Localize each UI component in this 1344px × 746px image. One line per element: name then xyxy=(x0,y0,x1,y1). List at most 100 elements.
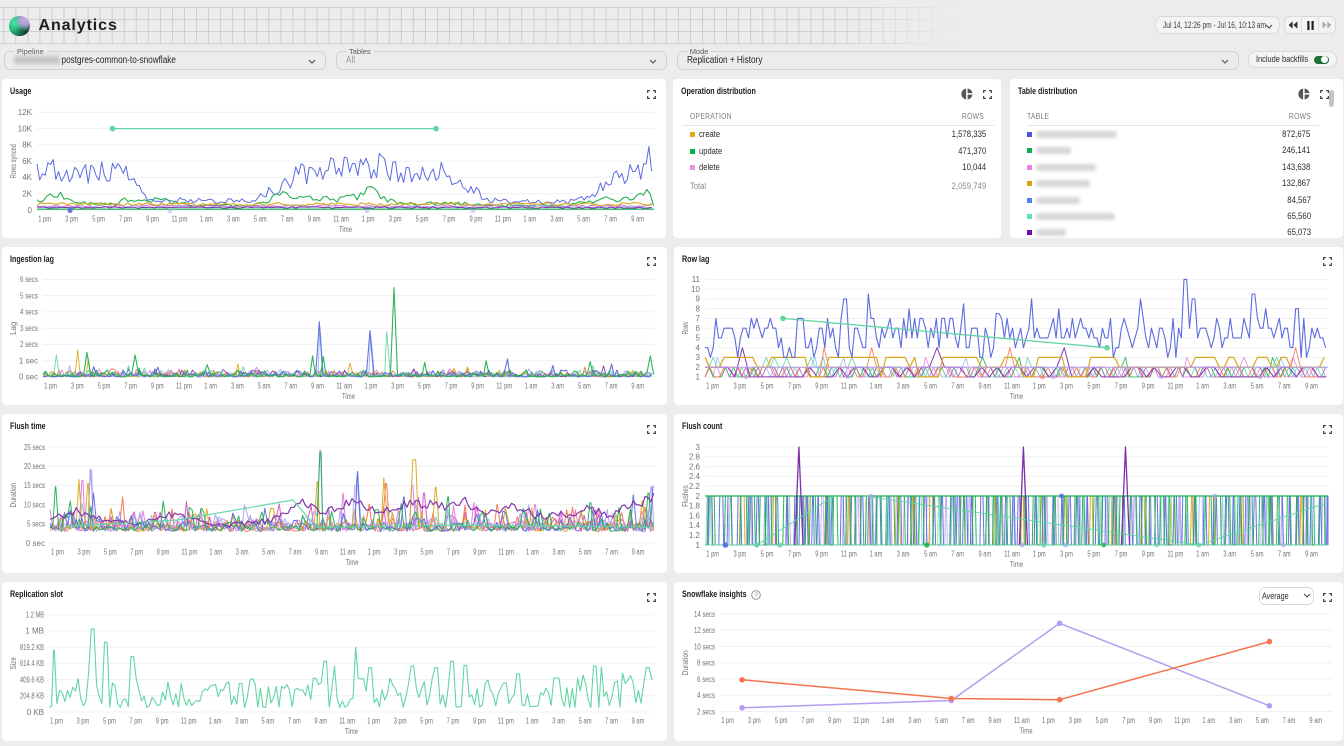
svg-text:9 pm: 9 pm xyxy=(815,550,828,559)
svg-text:11 am: 11 am xyxy=(340,548,356,557)
svg-text:7 pm: 7 pm xyxy=(124,381,137,390)
svg-text:9 pm: 9 pm xyxy=(473,548,486,557)
svg-text:9 am: 9 am xyxy=(315,548,328,557)
svg-text:?: ? xyxy=(754,592,758,599)
svg-text:204.8 KB: 204.8 KB xyxy=(20,692,44,701)
svg-text:1 am: 1 am xyxy=(1196,550,1209,559)
svg-text:3 pm: 3 pm xyxy=(1069,716,1082,725)
svg-text:11 pm: 11 pm xyxy=(1167,550,1183,559)
svg-text:7 am: 7 am xyxy=(604,215,617,224)
svg-text:11 pm: 11 pm xyxy=(176,381,192,390)
svg-text:0 KB: 0 KB xyxy=(27,708,44,717)
svg-text:1 am: 1 am xyxy=(882,716,895,725)
svg-text:3 secs: 3 secs xyxy=(20,324,38,333)
svg-text:Duration: Duration xyxy=(9,483,18,508)
svg-text:3 pm: 3 pm xyxy=(78,548,91,557)
svg-text:9 am: 9 am xyxy=(1309,716,1322,725)
svg-text:5 pm: 5 pm xyxy=(104,548,117,557)
svg-text:3 pm: 3 pm xyxy=(391,381,404,390)
svg-text:1 sec: 1 sec xyxy=(19,356,38,365)
svg-text:Time: Time xyxy=(1020,727,1033,736)
svg-text:10K: 10K xyxy=(18,124,33,133)
svg-text:9 am: 9 am xyxy=(632,548,645,557)
svg-text:7 pm: 7 pm xyxy=(447,548,460,557)
svg-text:1.2 MB: 1.2 MB xyxy=(26,611,44,620)
svg-text:5 pm: 5 pm xyxy=(416,215,429,224)
svg-text:9 pm: 9 pm xyxy=(156,717,169,726)
svg-text:9 am: 9 am xyxy=(308,215,321,224)
svg-text:1 am: 1 am xyxy=(200,215,213,224)
svg-text:2K: 2K xyxy=(22,190,32,199)
svg-text:Duration: Duration xyxy=(681,650,690,675)
svg-text:9 pm: 9 pm xyxy=(471,381,484,390)
svg-text:3 am: 3 am xyxy=(1223,381,1236,390)
svg-text:9 am: 9 am xyxy=(311,381,324,390)
svg-text:0: 0 xyxy=(28,206,33,215)
svg-text:5 am: 5 am xyxy=(579,717,592,726)
svg-text:7 pm: 7 pm xyxy=(1122,716,1135,725)
svg-text:11 am: 11 am xyxy=(1014,716,1030,725)
svg-text:3 pm: 3 pm xyxy=(77,717,90,726)
svg-text:3 pm: 3 pm xyxy=(1060,550,1073,559)
svg-text:0 sec: 0 sec xyxy=(19,372,38,381)
svg-text:1: 1 xyxy=(696,372,701,381)
svg-text:14 secs: 14 secs xyxy=(694,610,715,619)
svg-text:7 am: 7 am xyxy=(951,381,964,390)
svg-text:1 am: 1 am xyxy=(204,381,217,390)
svg-text:1 pm: 1 pm xyxy=(1033,550,1046,559)
svg-text:1 pm: 1 pm xyxy=(367,717,380,726)
svg-text:3 am: 3 am xyxy=(236,548,249,557)
svg-text:7 am: 7 am xyxy=(962,716,975,725)
svg-text:3 pm: 3 pm xyxy=(1060,381,1073,390)
svg-text:9 am: 9 am xyxy=(979,550,992,559)
svg-text:5 secs: 5 secs xyxy=(27,520,45,529)
svg-text:7 am: 7 am xyxy=(1278,550,1291,559)
svg-text:9 am: 9 am xyxy=(1305,381,1318,390)
svg-text:11 pm: 11 pm xyxy=(1174,716,1190,725)
svg-text:2: 2 xyxy=(696,492,701,501)
svg-text:11 am: 11 am xyxy=(333,215,349,224)
svg-text:3 am: 3 am xyxy=(1229,716,1242,725)
svg-text:1 pm: 1 pm xyxy=(706,550,719,559)
svg-text:1 am: 1 am xyxy=(526,717,539,726)
svg-text:4 secs: 4 secs xyxy=(20,307,38,316)
svg-text:5 pm: 5 pm xyxy=(420,717,433,726)
svg-text:9 pm: 9 pm xyxy=(146,215,159,224)
svg-text:5: 5 xyxy=(696,333,701,342)
svg-text:5 am: 5 am xyxy=(579,548,592,557)
svg-text:1 am: 1 am xyxy=(870,381,883,390)
svg-text:9 pm: 9 pm xyxy=(151,381,164,390)
svg-text:1 am: 1 am xyxy=(526,548,539,557)
svg-text:Lag: Lag xyxy=(9,321,18,334)
svg-text:7 pm: 7 pm xyxy=(1115,550,1128,559)
svg-text:1: 1 xyxy=(696,541,701,550)
svg-text:Flushes: Flushes xyxy=(681,485,690,507)
svg-text:11 pm: 11 pm xyxy=(181,717,197,726)
svg-text:5 am: 5 am xyxy=(578,381,591,390)
svg-text:9 pm: 9 pm xyxy=(473,717,486,726)
svg-text:5 pm: 5 pm xyxy=(1087,381,1100,390)
svg-text:Rows: Rows xyxy=(681,322,690,334)
svg-text:11 pm: 11 pm xyxy=(853,716,869,725)
svg-text:7 pm: 7 pm xyxy=(788,381,801,390)
svg-text:2 secs: 2 secs xyxy=(20,340,38,349)
svg-text:25 secs: 25 secs xyxy=(24,443,45,452)
svg-text:3 pm: 3 pm xyxy=(389,215,402,224)
svg-text:7 am: 7 am xyxy=(605,381,618,390)
svg-text:1 am: 1 am xyxy=(525,381,538,390)
svg-text:5 pm: 5 pm xyxy=(1087,550,1100,559)
svg-text:3 am: 3 am xyxy=(897,381,910,390)
svg-text:Rows synced: Rows synced xyxy=(9,144,18,178)
svg-text:1.2: 1.2 xyxy=(689,531,701,540)
svg-text:2.4: 2.4 xyxy=(689,472,701,481)
svg-text:1 pm: 1 pm xyxy=(51,548,64,557)
svg-text:1 am: 1 am xyxy=(209,717,222,726)
svg-text:1.8: 1.8 xyxy=(689,502,701,511)
svg-text:12 secs: 12 secs xyxy=(694,626,715,635)
svg-text:Time: Time xyxy=(346,558,359,567)
svg-text:5 am: 5 am xyxy=(254,215,267,224)
svg-text:9 am: 9 am xyxy=(1305,550,1318,559)
svg-text:9 pm: 9 pm xyxy=(828,716,841,725)
svg-text:3 am: 3 am xyxy=(551,381,564,390)
svg-text:7 am: 7 am xyxy=(284,381,297,390)
